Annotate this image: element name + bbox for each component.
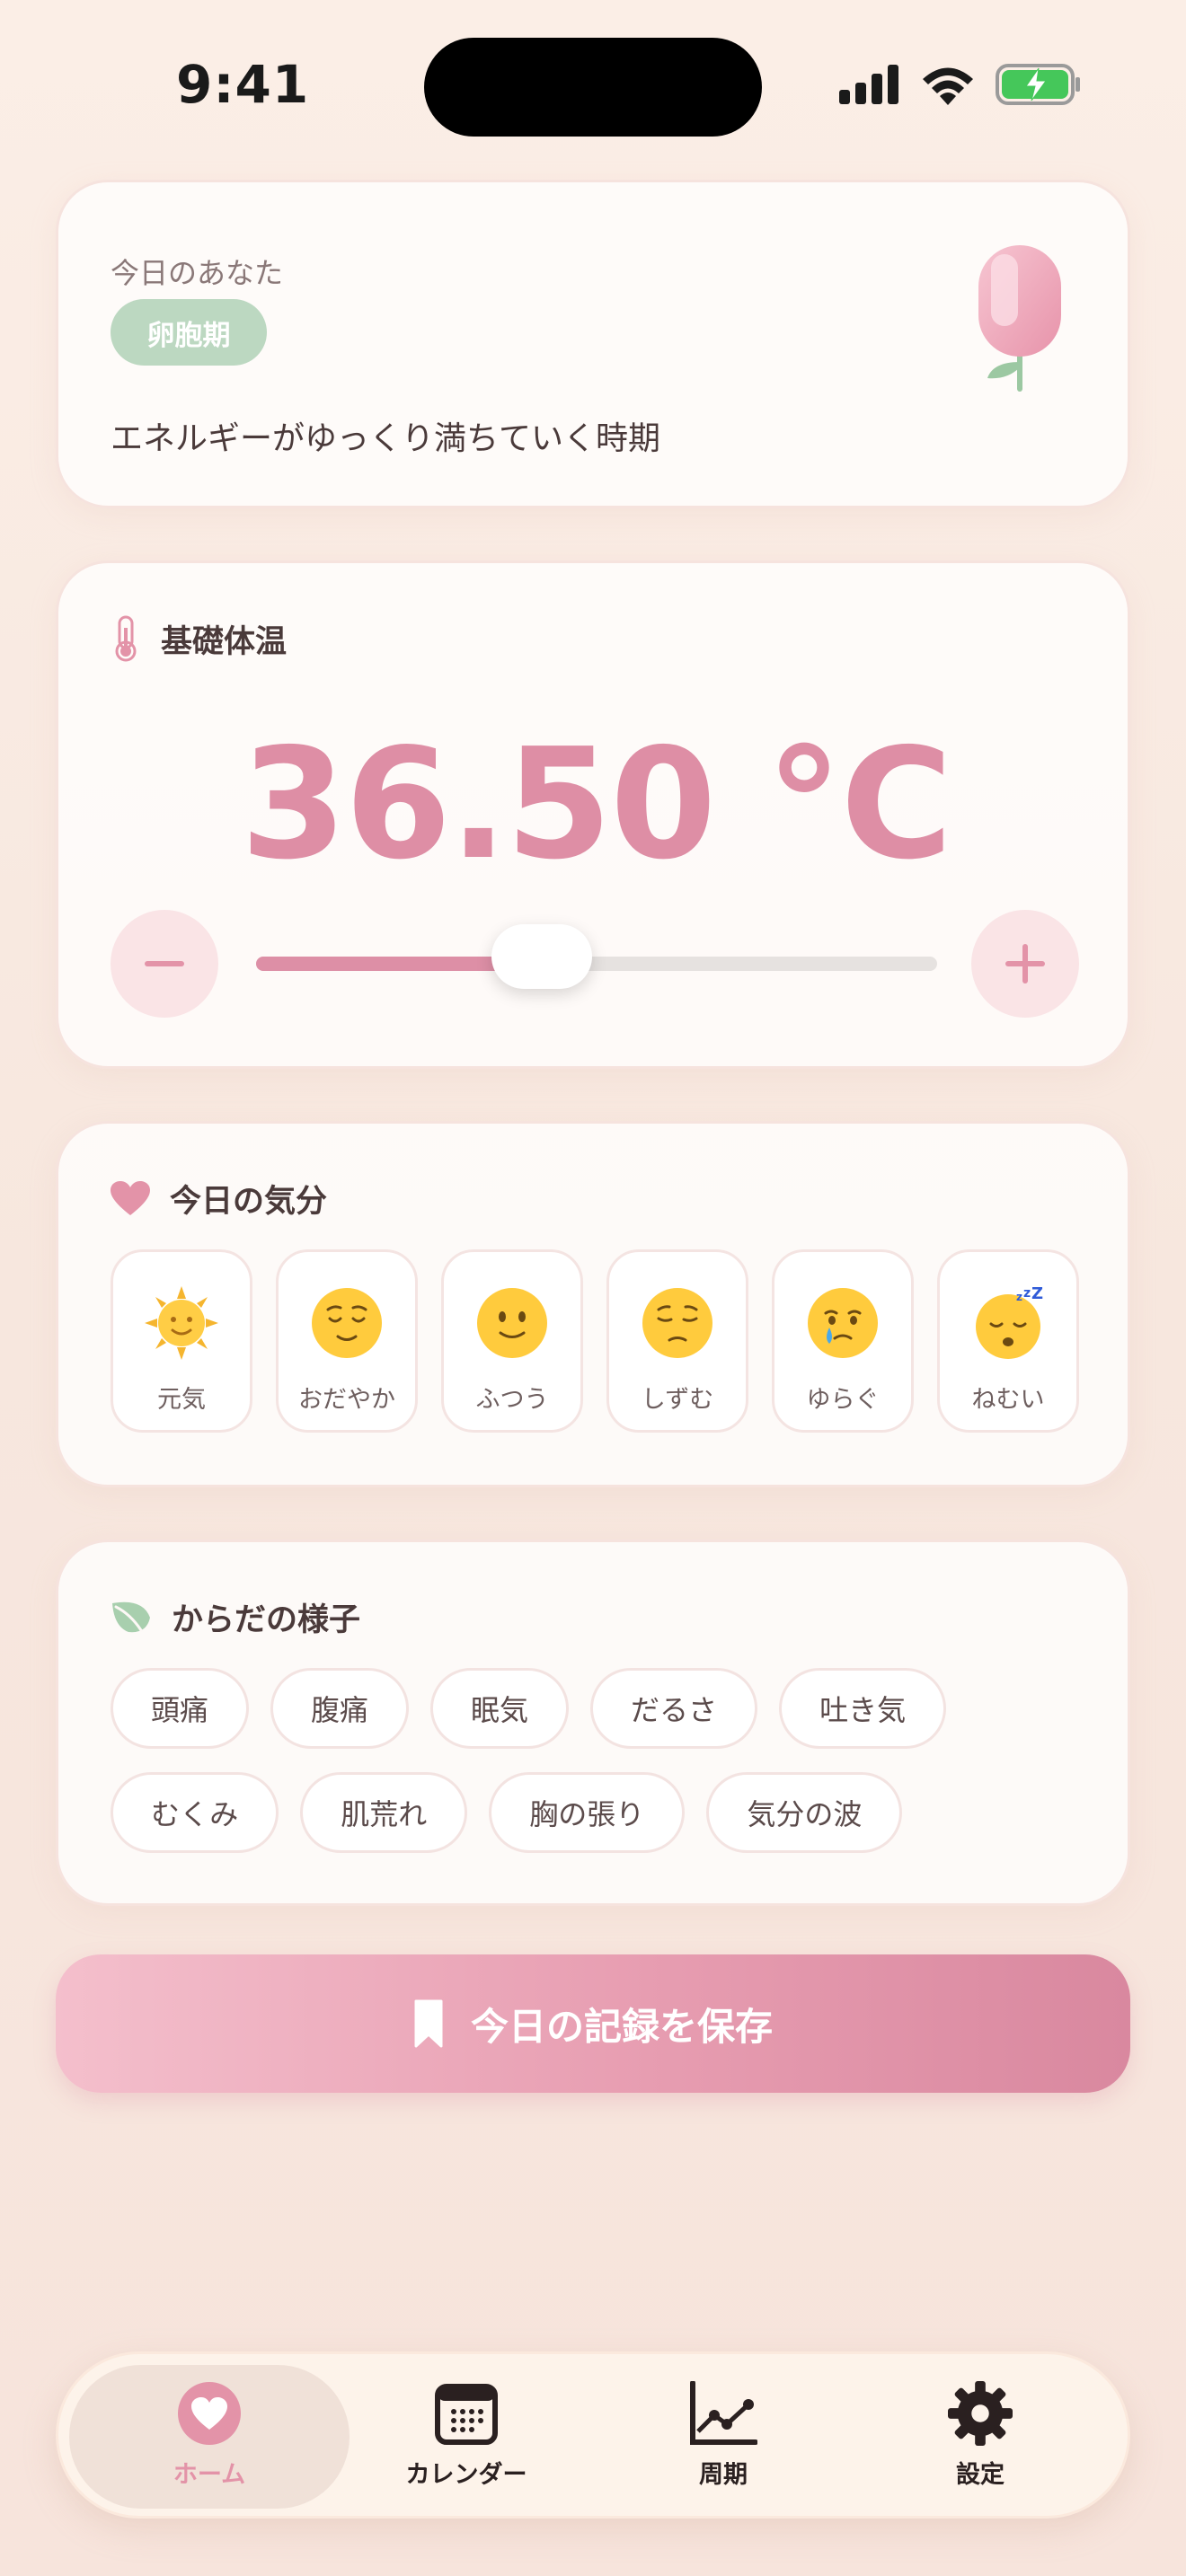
mood-label: ふつう <box>475 1386 549 1414</box>
mood-option-yuragu[interactable]: ゆらぐ <box>772 1249 914 1433</box>
phase-heading: 今日のあなた <box>111 256 284 290</box>
mood-label: おだやか <box>298 1386 395 1414</box>
mood-label: ねむい <box>971 1386 1045 1414</box>
slider-thumb[interactable] <box>491 924 593 989</box>
sleeping-face-icon: z z Z <box>976 1286 1043 1359</box>
sun-face-icon <box>145 1286 218 1360</box>
mood-title: 今日の気分 <box>170 1184 328 1220</box>
symptom-tag[interactable]: 吐き気 <box>779 1668 947 1749</box>
signal-icon <box>839 65 898 104</box>
mood-option-futsuu[interactable]: ふつう <box>441 1249 583 1433</box>
leaf-icon <box>112 1601 150 1632</box>
symptom-tag[interactable]: 肌荒れ <box>300 1772 468 1853</box>
mood-option-shizumu[interactable]: しずむ <box>606 1249 748 1433</box>
minus-icon <box>145 961 184 966</box>
symptom-tag[interactable]: 胸の張り <box>489 1772 686 1853</box>
battery-charging-icon <box>996 64 1080 105</box>
mood-option-odayaka[interactable]: おだやか <box>276 1249 418 1433</box>
calendar-icon <box>435 2384 498 2445</box>
svg-text:Z: Z <box>1031 1286 1043 1303</box>
tab-bar: ホーム カレンダー 周期 設定 <box>56 2351 1130 2519</box>
tulip-icon <box>978 245 1061 392</box>
body-title: からだの様子 <box>172 1602 361 1638</box>
symptom-tag[interactable]: 眠気 <box>430 1668 570 1749</box>
plus-icon <box>1005 944 1045 984</box>
heart-icon <box>111 1180 150 1215</box>
tab-label: ホーム <box>173 2461 246 2489</box>
temperature-title: 基礎体温 <box>161 623 288 660</box>
temperature-card: 基礎体温 36.50 °C <box>56 560 1130 1069</box>
mood-label: 元気 <box>157 1386 206 1414</box>
tab-calendar[interactable]: カレンダー <box>358 2381 574 2490</box>
status-bar: 9:41 <box>0 0 1186 171</box>
mood-label: しずむ <box>641 1386 714 1414</box>
thermometer-icon <box>115 615 137 662</box>
symptom-tag[interactable]: だるさ <box>590 1668 758 1749</box>
symptom-tag[interactable]: 頭痛 <box>111 1668 250 1749</box>
tab-label: 設定 <box>956 2461 1005 2489</box>
body-header: からだの様子 <box>111 1594 360 1640</box>
gear-icon <box>948 2381 1013 2446</box>
mood-option-nemui[interactable]: z z Z ねむい <box>937 1249 1079 1433</box>
pensive-face-icon <box>642 1288 712 1358</box>
temperature-value: 36.50 °C <box>240 716 953 894</box>
mood-card: 今日の気分 元気 おだやか ふつう しずむ ゆらぐ z z Z ねむい <box>56 1121 1130 1487</box>
tab-label: 周期 <box>699 2461 748 2489</box>
bookmark-icon <box>414 1999 443 2048</box>
symptom-tag[interactable]: むくみ <box>111 1772 279 1853</box>
mood-label: ゆらぐ <box>806 1386 880 1414</box>
mood-options: 元気 おだやか ふつう しずむ ゆらぐ z z Z ねむい <box>111 1249 1079 1433</box>
symptom-tags: 頭痛 腹痛 眠気 だるさ 吐き気 むくみ 肌荒れ 胸の張り 気分の波 <box>111 1668 1090 1853</box>
svg-text:z: z <box>1016 1291 1022 1303</box>
heart-icon <box>178 2382 241 2445</box>
phase-card: 今日のあなた 卵胞期 エネルギーがゆっくり満ちていく時期 <box>56 180 1130 508</box>
phase-badge: 卵胞期 <box>111 299 267 366</box>
svg-text:z: z <box>1023 1286 1031 1301</box>
symptom-tag[interactable]: 腹痛 <box>270 1668 410 1749</box>
dynamic-island <box>424 38 762 137</box>
mood-header: 今日の気分 <box>111 1176 327 1222</box>
body-condition-card: からだの様子 頭痛 腹痛 眠気 だるさ 吐き気 むくみ 肌荒れ 胸の張り 気分の… <box>56 1539 1130 1906</box>
tab-home[interactable]: ホーム <box>102 2381 317 2490</box>
status-icons <box>839 63 1082 106</box>
increase-temperature-button[interactable] <box>971 910 1079 1018</box>
tab-label: カレンダー <box>405 2461 527 2489</box>
temperature-header: 基礎体温 <box>111 615 287 662</box>
smiling-face-icon <box>477 1288 547 1358</box>
crying-face-icon <box>808 1288 878 1358</box>
wifi-icon <box>923 67 973 105</box>
phase-description: エネルギーがゆっくり満ちていく時期 <box>111 420 661 457</box>
chart-icon <box>690 2381 757 2445</box>
save-record-label: 今日の記録を保存 <box>470 2004 773 2049</box>
save-record-button[interactable]: 今日の記録を保存 <box>56 1954 1130 2093</box>
relieved-face-icon <box>312 1288 382 1358</box>
tab-settings[interactable]: 設定 <box>872 2381 1088 2490</box>
temperature-slider[interactable] <box>256 924 937 989</box>
tab-cycle[interactable]: 周期 <box>615 2381 831 2490</box>
decrease-temperature-button[interactable] <box>111 910 218 1018</box>
mood-option-genki[interactable]: 元気 <box>111 1249 252 1433</box>
status-time: 9:41 <box>176 54 310 115</box>
symptom-tag[interactable]: 気分の波 <box>706 1772 903 1853</box>
